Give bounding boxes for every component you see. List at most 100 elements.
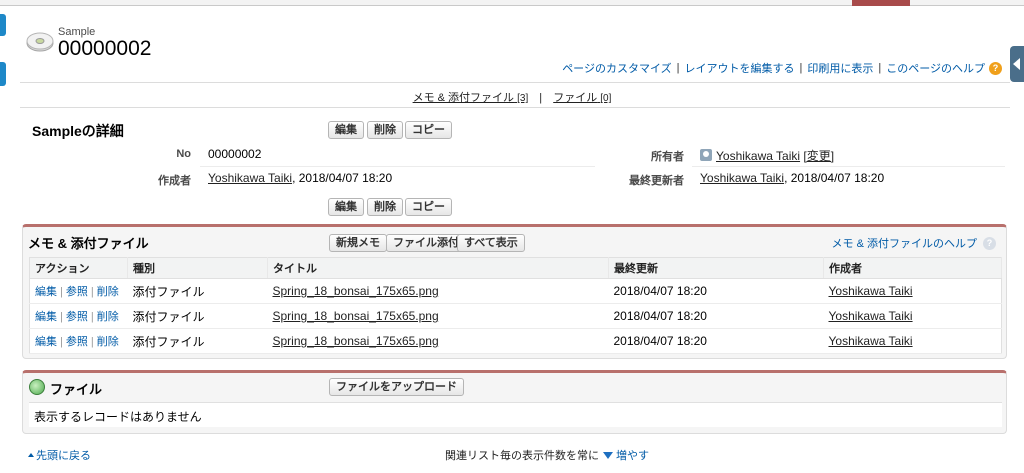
column-header-created-by[interactable]: 作成者 bbox=[823, 257, 1002, 279]
copy-button-bottom[interactable]: コピー bbox=[405, 198, 452, 216]
title-link[interactable]: Spring_18_bonsai_175x65.png bbox=[273, 284, 439, 298]
edit-button[interactable]: 編集 bbox=[328, 121, 364, 139]
triangle-down-icon bbox=[603, 452, 613, 459]
row-delete-link[interactable]: 削除 bbox=[97, 286, 119, 298]
column-header-action: アクション bbox=[29, 257, 128, 279]
back-to-top-link[interactable]: 先頭に戻る bbox=[36, 450, 91, 462]
row-edit-link[interactable]: 編集 bbox=[35, 311, 57, 323]
files-icon bbox=[29, 379, 45, 395]
owner-link[interactable]: Yoshikawa Taiki bbox=[716, 149, 800, 163]
notes-count: [3] bbox=[517, 93, 529, 104]
modified-cell: 2018/04/07 18:20 bbox=[608, 328, 824, 354]
show-all-button[interactable]: すべて表示 bbox=[457, 234, 525, 252]
notes-help: メモ & 添付ファイルのヘルプ ? bbox=[832, 235, 996, 251]
created-by-link[interactable]: Yoshikawa Taiki bbox=[208, 171, 292, 185]
title-link[interactable]: Spring_18_bonsai_175x65.png bbox=[273, 334, 439, 348]
separator: | bbox=[676, 62, 680, 74]
empty-message: 表示するレコードはありません bbox=[29, 402, 1002, 427]
sidebar-toggle-button[interactable] bbox=[1010, 46, 1024, 82]
creator-link[interactable]: Yoshikawa Taiki bbox=[829, 309, 913, 323]
customize-page-link[interactable]: ページのカスタマイズ bbox=[562, 60, 671, 76]
notes-panel-title: メモ & 添付ファイル bbox=[28, 236, 149, 251]
creator-cell: Yoshikawa Taiki bbox=[823, 328, 1002, 354]
help-icon[interactable]: ? bbox=[983, 236, 996, 250]
delete-button-bottom[interactable]: 削除 bbox=[367, 198, 403, 216]
row-edit-link[interactable]: 編集 bbox=[35, 336, 57, 348]
column-header-title[interactable]: タイトル bbox=[267, 257, 609, 279]
attach-file-button[interactable]: ファイル添付 bbox=[386, 234, 466, 252]
no-value: 00000002 bbox=[208, 147, 262, 161]
header-divider bbox=[20, 82, 1010, 83]
sidebar-tab-top[interactable] bbox=[0, 14, 6, 36]
row-delete-link[interactable]: 削除 bbox=[97, 336, 119, 348]
notes-attachments-link[interactable]: メモ & 添付ファイル [3] bbox=[413, 92, 529, 104]
separator: | bbox=[799, 62, 803, 74]
change-owner-link[interactable]: [変更] bbox=[803, 149, 834, 163]
title-cell: Spring_18_bonsai_175x65.png bbox=[267, 303, 609, 329]
type-cell: 添付ファイル bbox=[127, 303, 268, 329]
table-row: 編集 | 参照 | 削除 添付ファイル Spring_18_bonsai_175x65.… bbox=[29, 278, 1002, 304]
field-divider bbox=[200, 166, 595, 167]
title-cell: Spring_18_bonsai_175x65.png bbox=[267, 278, 609, 304]
row-view-link[interactable]: 参照 bbox=[66, 286, 88, 298]
row-edit-link[interactable]: 編集 bbox=[35, 286, 57, 298]
row-delete-link[interactable]: 削除 bbox=[97, 311, 119, 323]
upload-file-button[interactable]: ファイルをアップロード bbox=[329, 378, 464, 396]
separator: | bbox=[60, 311, 63, 323]
header-links: ページのカスタマイズ | レイアウトを編集する | 印刷用に表示 | このページ… bbox=[562, 60, 1002, 76]
help-icon[interactable]: ? bbox=[989, 61, 1002, 75]
links-divider bbox=[20, 107, 1010, 108]
copy-button[interactable]: コピー bbox=[405, 121, 452, 139]
owner-value: Yoshikawa Taiki [変更] bbox=[700, 147, 834, 164]
modified-date: , 2018/04/07 18:20 bbox=[784, 171, 885, 185]
show-more-setting: 関連リスト毎の表示件数を常に 増やす bbox=[445, 447, 649, 463]
type-cell: 添付ファイル bbox=[127, 278, 268, 304]
notes-table: アクション 種別 タイトル 最終更新 作成者 編集 | 参照 | 削除 添付ファイル S… bbox=[29, 257, 1002, 354]
notes-help-link[interactable]: メモ & 添付ファイルのヘルプ bbox=[832, 235, 977, 251]
detail-section-title: Sampleの詳細 bbox=[32, 123, 124, 139]
files-count: [0] bbox=[600, 93, 612, 104]
table-header-row: アクション 種別 タイトル 最終更新 作成者 bbox=[29, 257, 1002, 279]
separator: | bbox=[90, 286, 94, 298]
separator: | bbox=[539, 92, 543, 104]
separator: | bbox=[90, 336, 94, 348]
page-title: 00000002 bbox=[58, 37, 152, 60]
show-more-link[interactable]: 増やす bbox=[616, 450, 649, 462]
separator: | bbox=[60, 286, 63, 298]
action-cell: 編集 | 参照 | 削除 bbox=[29, 278, 128, 304]
files-panel-title: ファイル bbox=[50, 382, 103, 397]
last-modified-by-label: 最終更新者 bbox=[629, 175, 684, 187]
show-more-text: 関連リスト毎の表示件数を常に bbox=[445, 450, 599, 462]
created-date: , 2018/04/07 18:20 bbox=[292, 171, 393, 185]
column-header-last-modified[interactable]: 最終更新 bbox=[608, 257, 824, 279]
row-view-link[interactable]: 参照 bbox=[66, 336, 88, 348]
separator: | bbox=[878, 62, 882, 74]
back-to-top[interactable]: 先頭に戻る bbox=[28, 447, 91, 463]
collapse-arrow-icon bbox=[1013, 58, 1020, 70]
modified-by-link[interactable]: Yoshikawa Taiki bbox=[700, 171, 784, 185]
edit-layout-link[interactable]: レイアウトを編集する bbox=[685, 60, 795, 76]
related-list-links: メモ & 添付ファイル [3] | ファイル [0] bbox=[0, 89, 1024, 105]
separator: | bbox=[60, 336, 63, 348]
sidebar-tab-bottom[interactable] bbox=[0, 62, 6, 86]
creator-cell: Yoshikawa Taiki bbox=[823, 303, 1002, 329]
modified-cell: 2018/04/07 18:20 bbox=[608, 303, 824, 329]
creator-link[interactable]: Yoshikawa Taiki bbox=[829, 284, 913, 298]
modified-cell: 2018/04/07 18:20 bbox=[608, 278, 824, 304]
title-link[interactable]: Spring_18_bonsai_175x65.png bbox=[273, 309, 439, 323]
delete-button[interactable]: 削除 bbox=[367, 121, 403, 139]
creator-link[interactable]: Yoshikawa Taiki bbox=[829, 334, 913, 348]
notes-attachments-panel: メモ & 添付ファイル 新規メモ ファイル添付 すべて表示 メモ & 添付ファイ… bbox=[22, 224, 1007, 359]
created-by-value: Yoshikawa Taiki, 2018/04/07 18:20 bbox=[208, 171, 392, 185]
no-label: No bbox=[176, 148, 191, 160]
files-link[interactable]: ファイル [0] bbox=[553, 92, 611, 104]
field-divider bbox=[692, 166, 1005, 167]
chevron-up-icon bbox=[28, 453, 34, 457]
action-cell: 編集 | 参照 | 削除 bbox=[29, 328, 128, 354]
new-note-button[interactable]: 新規メモ bbox=[329, 234, 387, 252]
created-by-label: 作成者 bbox=[158, 175, 191, 187]
page-help-link[interactable]: このページのヘルプ bbox=[886, 60, 985, 76]
edit-button-bottom[interactable]: 編集 bbox=[328, 198, 364, 216]
printable-view-link[interactable]: 印刷用に表示 bbox=[807, 60, 873, 76]
row-view-link[interactable]: 参照 bbox=[66, 311, 88, 323]
